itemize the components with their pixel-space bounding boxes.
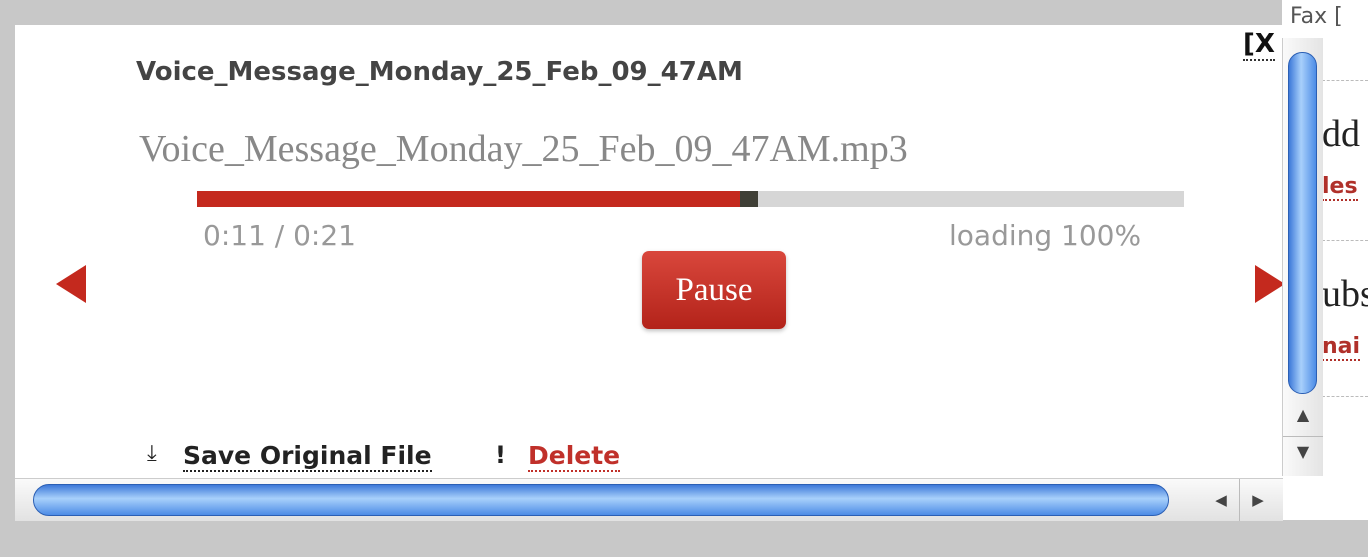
horizontal-scrollbar[interactable]: ◀ ▶ (15, 478, 1283, 521)
loading-status: loading 100% (949, 219, 1142, 252)
exclamation-icon: ! (495, 441, 506, 469)
playhead-handle[interactable] (739, 191, 758, 207)
background-fax-text: Fax [ (1290, 4, 1343, 29)
background-divider (1322, 240, 1368, 241)
scroll-down-icon[interactable]: ▼ (1283, 436, 1323, 467)
pause-button[interactable]: Pause (642, 251, 786, 329)
previous-message-icon[interactable] (56, 265, 86, 303)
scroll-left-icon[interactable]: ◀ (1203, 479, 1239, 521)
close-button[interactable]: [X (1243, 29, 1275, 61)
playback-progress-bar[interactable] (197, 191, 1184, 207)
background-divider (1322, 396, 1368, 397)
voice-message-modal: [X Voice_Message_Monday_25_Feb_09_47AM V… (15, 25, 1287, 478)
next-message-icon[interactable] (1255, 265, 1285, 303)
download-icon: ⤓ (147, 441, 157, 466)
scroll-up-icon[interactable]: ▲ (1283, 400, 1323, 430)
background-heading-fragment: ubs (1322, 273, 1368, 315)
vertical-scrollbar[interactable]: ▲ ▼ (1282, 38, 1323, 476)
scrollbar-corner (1283, 478, 1322, 520)
background-divider (1322, 80, 1368, 81)
vertical-scroll-thumb[interactable] (1288, 52, 1317, 394)
time-readout: 0:11 / 0:21 (203, 219, 356, 252)
background-link-fragment[interactable]: les (1322, 174, 1358, 201)
save-original-file-link[interactable]: Save Original File (183, 441, 432, 472)
background-link-fragment[interactable]: nai (1322, 334, 1361, 361)
message-title: Voice_Message_Monday_25_Feb_09_47AM (136, 57, 743, 87)
playback-progress-fill (197, 191, 740, 207)
background-heading-fragment: dd (1322, 113, 1360, 155)
delete-link[interactable]: Delete (528, 441, 621, 472)
scroll-right-icon[interactable]: ▶ (1239, 479, 1276, 521)
horizontal-scroll-thumb[interactable] (33, 484, 1169, 516)
file-name: Voice_Message_Monday_25_Feb_09_47AM.mp3 (139, 128, 908, 170)
